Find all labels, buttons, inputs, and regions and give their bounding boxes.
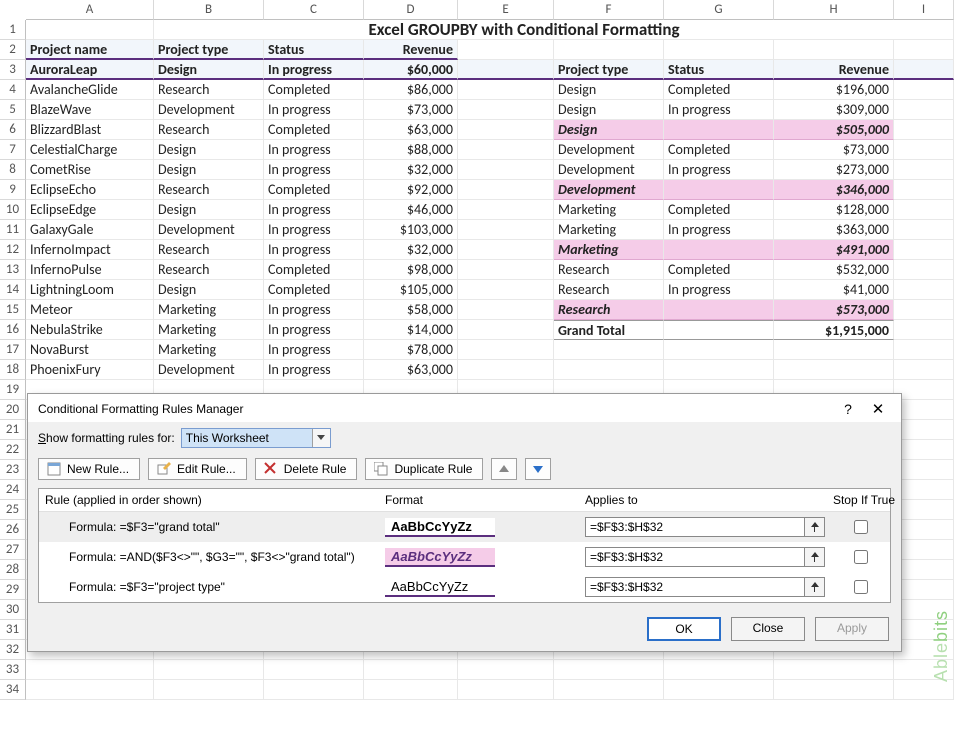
row-number[interactable]: 14 — [0, 280, 26, 300]
row-number[interactable]: 23 — [0, 460, 26, 480]
close-button[interactable]: Close — [731, 617, 805, 641]
chevron-down-icon[interactable] — [312, 429, 330, 447]
row-number[interactable]: 12 — [0, 240, 26, 260]
row-number[interactable]: 10 — [0, 200, 26, 220]
edit-rule-button[interactable]: Edit Rule... — [148, 458, 247, 480]
row-number[interactable]: 6 — [0, 120, 26, 140]
row-number[interactable]: 30 — [0, 600, 26, 620]
row-number[interactable]: 11 — [0, 220, 26, 240]
col-format: Format — [385, 493, 585, 507]
edit-rule-icon — [157, 462, 171, 476]
row-number[interactable]: 17 — [0, 340, 26, 360]
col-G[interactable]: G — [664, 0, 774, 20]
dialog-title: Conditional Formatting Rules Manager — [38, 402, 833, 416]
stop-if-true-checkbox[interactable] — [854, 550, 868, 564]
col-rule: Rule (applied in order shown) — [45, 493, 385, 507]
applies-to-input[interactable] — [585, 517, 805, 537]
dialog-toolbar: New Rule... Edit Rule... Delete Rule Dup… — [28, 452, 901, 488]
applies-to-input[interactable] — [585, 547, 805, 567]
row-number[interactable]: 33 — [0, 660, 26, 680]
row-number[interactable]: 28 — [0, 560, 26, 580]
row-number[interactable]: 31 — [0, 620, 26, 640]
column-headers: A B C D E F G H I — [0, 0, 955, 20]
duplicate-rule-button[interactable]: Duplicate Rule — [365, 458, 483, 480]
stop-if-true-checkbox[interactable] — [854, 520, 868, 534]
range-selector-button[interactable] — [805, 547, 825, 567]
move-up-button[interactable] — [491, 458, 517, 480]
row-number[interactable]: 5 — [0, 100, 26, 120]
row-number[interactable]: 18 — [0, 360, 26, 380]
range-icon — [810, 582, 820, 592]
col-I[interactable]: I — [894, 0, 954, 20]
scope-value: This Worksheet — [186, 431, 269, 445]
row-number[interactable]: 29 — [0, 580, 26, 600]
col-D[interactable]: D — [364, 0, 458, 20]
scope-dropdown[interactable]: This Worksheet — [181, 428, 331, 448]
range-selector-button[interactable] — [805, 517, 825, 537]
format-preview: AaBbCcYyZz — [385, 578, 495, 597]
rule-description: Formula: =$F3="project type" — [45, 580, 385, 594]
row-number[interactable]: 25 — [0, 500, 26, 520]
rule-description: Formula: =AND($F3<>"", $G3="", $F3<>"gra… — [45, 550, 385, 564]
row-number[interactable]: 7 — [0, 140, 26, 160]
rule-row[interactable]: Formula: =$F3="project type" AaBbCcYyZz — [39, 572, 890, 602]
row-number[interactable]: 27 — [0, 540, 26, 560]
row-number[interactable]: 21 — [0, 420, 26, 440]
delete-icon — [264, 462, 278, 476]
watermark: Ablebits — [931, 610, 952, 682]
new-rule-icon — [47, 462, 61, 476]
ok-button[interactable]: OK — [647, 617, 721, 641]
row-number[interactable]: 3 — [0, 60, 26, 80]
format-preview: AaBbCcYyZz — [385, 518, 495, 537]
row-number[interactable]: 1 — [0, 20, 26, 40]
row-number[interactable]: 2 — [0, 40, 26, 60]
row-number[interactable]: 19 — [0, 380, 26, 400]
row-number[interactable]: 20 — [0, 400, 26, 420]
col-F[interactable]: F — [554, 0, 664, 20]
show-rules-label: Show formatting rules for: — [38, 431, 175, 445]
delete-rule-button[interactable]: Delete Rule — [255, 458, 358, 480]
format-preview: AaBbCcYyZz — [385, 548, 495, 567]
row-number[interactable]: 13 — [0, 260, 26, 280]
range-icon — [810, 522, 820, 532]
row-number[interactable]: 9 — [0, 180, 26, 200]
row-number[interactable]: 22 — [0, 440, 26, 460]
applies-to-input[interactable] — [585, 577, 805, 597]
row-number[interactable]: 24 — [0, 480, 26, 500]
col-E[interactable]: E — [458, 0, 554, 20]
rule-row[interactable]: Formula: =AND($F3<>"", $G3="", $F3<>"gra… — [39, 542, 890, 572]
page-title: Excel GROUPBY with Conditional Formattin… — [154, 20, 894, 40]
rules-list: Rule (applied in order shown) Format App… — [38, 488, 891, 603]
row-number[interactable]: 16 — [0, 320, 26, 340]
row-number[interactable]: 8 — [0, 160, 26, 180]
conditional-formatting-dialog: Conditional Formatting Rules Manager ? ✕… — [27, 393, 902, 652]
range-icon — [810, 552, 820, 562]
apply-button[interactable]: Apply — [815, 617, 889, 641]
row-number[interactable]: 15 — [0, 300, 26, 320]
help-button[interactable]: ? — [833, 401, 863, 417]
rule-row[interactable]: Formula: =$F3="grand total" AaBbCcYyZz — [39, 512, 890, 542]
new-rule-button[interactable]: New Rule... — [38, 458, 140, 480]
row-number[interactable]: 26 — [0, 520, 26, 540]
range-selector-button[interactable] — [805, 577, 825, 597]
arrow-up-icon — [499, 465, 509, 473]
col-H[interactable]: H — [774, 0, 894, 20]
arrow-down-icon — [533, 465, 543, 473]
row-number[interactable]: 4 — [0, 80, 26, 100]
dialog-titlebar[interactable]: Conditional Formatting Rules Manager ? ✕ — [28, 394, 901, 422]
close-icon[interactable]: ✕ — [863, 400, 893, 418]
move-down-button[interactable] — [525, 458, 551, 480]
col-B[interactable]: B — [154, 0, 264, 20]
col-A[interactable]: A — [26, 0, 154, 20]
stop-if-true-checkbox[interactable] — [854, 580, 868, 594]
col-applies: Applies to — [585, 493, 825, 507]
rule-description: Formula: =$F3="grand total" — [45, 520, 385, 534]
duplicate-icon — [374, 462, 388, 476]
col-stop: Stop If True — [825, 493, 895, 507]
row-number[interactable]: 34 — [0, 680, 26, 700]
col-C[interactable]: C — [264, 0, 364, 20]
row-number[interactable]: 32 — [0, 640, 26, 660]
